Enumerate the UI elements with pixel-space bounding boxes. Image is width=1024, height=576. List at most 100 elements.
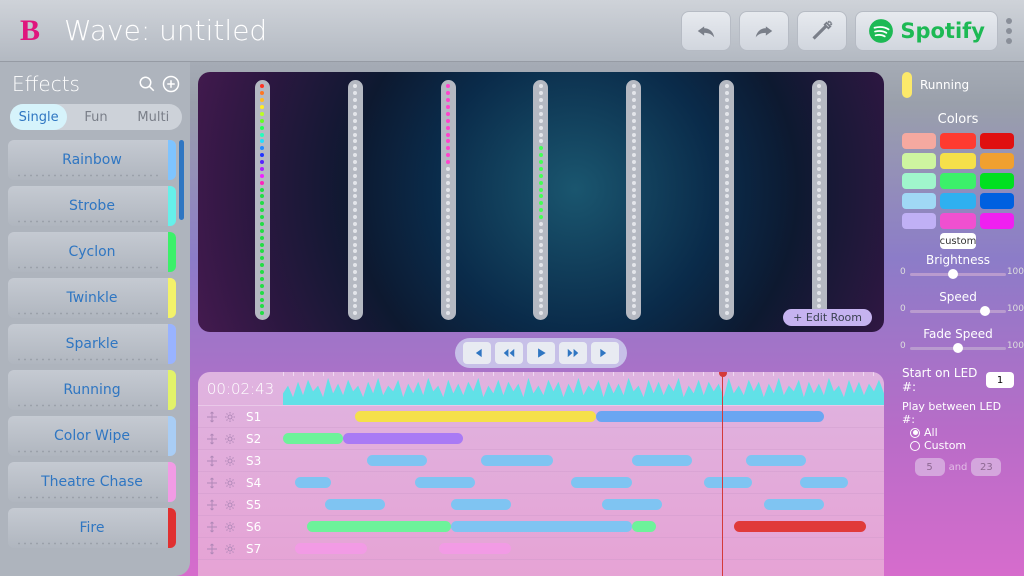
undo-button[interactable] xyxy=(681,11,731,51)
track-header[interactable]: S4 xyxy=(198,472,283,494)
effect-item[interactable]: Cyclon xyxy=(8,232,176,272)
color-swatch[interactable] xyxy=(980,213,1014,229)
color-swatch[interactable] xyxy=(902,193,936,209)
track-row[interactable] xyxy=(283,516,884,538)
skip-end-button[interactable] xyxy=(591,342,619,364)
redo-button[interactable] xyxy=(739,11,789,51)
clip[interactable] xyxy=(343,433,463,444)
clip[interactable] xyxy=(307,521,451,532)
clip[interactable] xyxy=(481,455,553,466)
fade-speed-slider[interactable]: Fade Speed xyxy=(902,327,1014,356)
effect-item[interactable]: Fire xyxy=(8,508,176,548)
color-swatch[interactable] xyxy=(940,133,977,149)
effect-item[interactable]: Strobe xyxy=(8,186,176,226)
effect-item[interactable]: Running xyxy=(8,370,176,410)
skip-start-button[interactable] xyxy=(463,342,491,364)
clip[interactable] xyxy=(596,411,824,422)
playhead[interactable] xyxy=(722,372,724,576)
led-strip[interactable] xyxy=(626,80,641,320)
menu-button[interactable] xyxy=(1006,18,1012,44)
color-swatch[interactable] xyxy=(902,133,936,149)
tab-single[interactable]: Single xyxy=(10,104,67,130)
color-swatch[interactable] xyxy=(980,153,1014,169)
track-header[interactable]: S2 xyxy=(198,428,283,450)
waveform-row[interactable] xyxy=(283,372,884,406)
clip[interactable] xyxy=(295,477,331,488)
clip[interactable] xyxy=(415,477,475,488)
clip[interactable] xyxy=(355,411,595,422)
effects-list[interactable]: Rainbow Strobe Cyclon Twinkle Sparkle Running… xyxy=(8,140,184,570)
brightness-slider[interactable]: Brightness xyxy=(902,253,1014,282)
broadcast-button[interactable] xyxy=(797,11,847,51)
clip[interactable] xyxy=(746,455,806,466)
color-swatch[interactable] xyxy=(902,173,936,189)
color-swatch[interactable] xyxy=(940,153,977,169)
effect-item[interactable]: Sparkle xyxy=(8,324,176,364)
timeline[interactable]: 00:02:43 S1S2S3S4S5S6S7 xyxy=(198,372,884,576)
color-swatch[interactable] xyxy=(980,193,1014,209)
color-swatch[interactable] xyxy=(940,173,977,189)
tab-multi[interactable]: Multi xyxy=(125,104,182,130)
clip[interactable] xyxy=(602,499,662,510)
clip[interactable] xyxy=(325,499,385,510)
color-swatch[interactable] xyxy=(940,193,977,209)
track-row[interactable] xyxy=(283,494,884,516)
clip[interactable] xyxy=(632,521,656,532)
play-button[interactable] xyxy=(527,342,555,364)
range-to-input[interactable] xyxy=(971,458,1001,476)
color-swatch[interactable] xyxy=(940,213,977,229)
led-strip[interactable] xyxy=(533,80,548,320)
color-swatch[interactable] xyxy=(980,133,1014,149)
effect-item[interactable]: Theatre Chase xyxy=(8,462,176,502)
led-strip[interactable] xyxy=(441,80,456,320)
clip[interactable] xyxy=(734,521,866,532)
search-icon[interactable] xyxy=(138,75,156,93)
play-between-custom[interactable]: Custom xyxy=(902,439,1014,452)
track-header[interactable]: S6 xyxy=(198,516,283,538)
edit-room-button[interactable]: + Edit Room xyxy=(783,309,872,326)
clip[interactable] xyxy=(764,499,824,510)
effect-item[interactable]: Twinkle xyxy=(8,278,176,318)
range-from-input[interactable] xyxy=(915,458,945,476)
track-header[interactable]: S3 xyxy=(198,450,283,472)
color-swatch[interactable] xyxy=(980,173,1014,189)
track-row[interactable] xyxy=(283,428,884,450)
track-header[interactable]: S1 xyxy=(198,406,283,428)
clip[interactable] xyxy=(451,499,511,510)
clip[interactable] xyxy=(571,477,631,488)
rewind-button[interactable] xyxy=(495,342,523,364)
track-header[interactable]: S7 xyxy=(198,538,283,560)
sun-icon xyxy=(224,477,236,489)
led-strip[interactable] xyxy=(719,80,734,320)
clip[interactable] xyxy=(451,521,631,532)
led-strip[interactable] xyxy=(255,80,270,320)
track-row[interactable] xyxy=(283,406,884,428)
track-row[interactable] xyxy=(283,538,884,560)
track-row[interactable] xyxy=(283,450,884,472)
add-icon[interactable] xyxy=(162,75,180,93)
clip[interactable] xyxy=(800,477,848,488)
effect-item[interactable]: Color Wipe xyxy=(8,416,176,456)
start-led-input[interactable] xyxy=(986,372,1014,388)
clip[interactable] xyxy=(295,543,367,554)
track-header[interactable]: S5 xyxy=(198,494,283,516)
clip[interactable] xyxy=(283,433,343,444)
effect-color-swatch xyxy=(902,72,912,98)
spotify-button[interactable]: Spotify xyxy=(855,11,998,51)
custom-color-button[interactable]: custom xyxy=(940,233,977,249)
play-between-all[interactable]: All xyxy=(902,426,1014,439)
clip[interactable] xyxy=(704,477,752,488)
effect-item[interactable]: Rainbow xyxy=(8,140,176,180)
speed-slider[interactable]: Speed xyxy=(902,290,1014,319)
color-swatch[interactable] xyxy=(902,153,936,169)
clip[interactable] xyxy=(367,455,427,466)
clip[interactable] xyxy=(632,455,692,466)
led-strip[interactable] xyxy=(348,80,363,320)
track-row[interactable] xyxy=(283,472,884,494)
led-strip[interactable] xyxy=(812,80,827,320)
forward-button[interactable] xyxy=(559,342,587,364)
color-swatch[interactable] xyxy=(902,213,936,229)
clip[interactable] xyxy=(439,543,511,554)
tab-fun[interactable]: Fun xyxy=(67,104,124,130)
start-led-field: Start on LED #: xyxy=(902,366,1014,394)
